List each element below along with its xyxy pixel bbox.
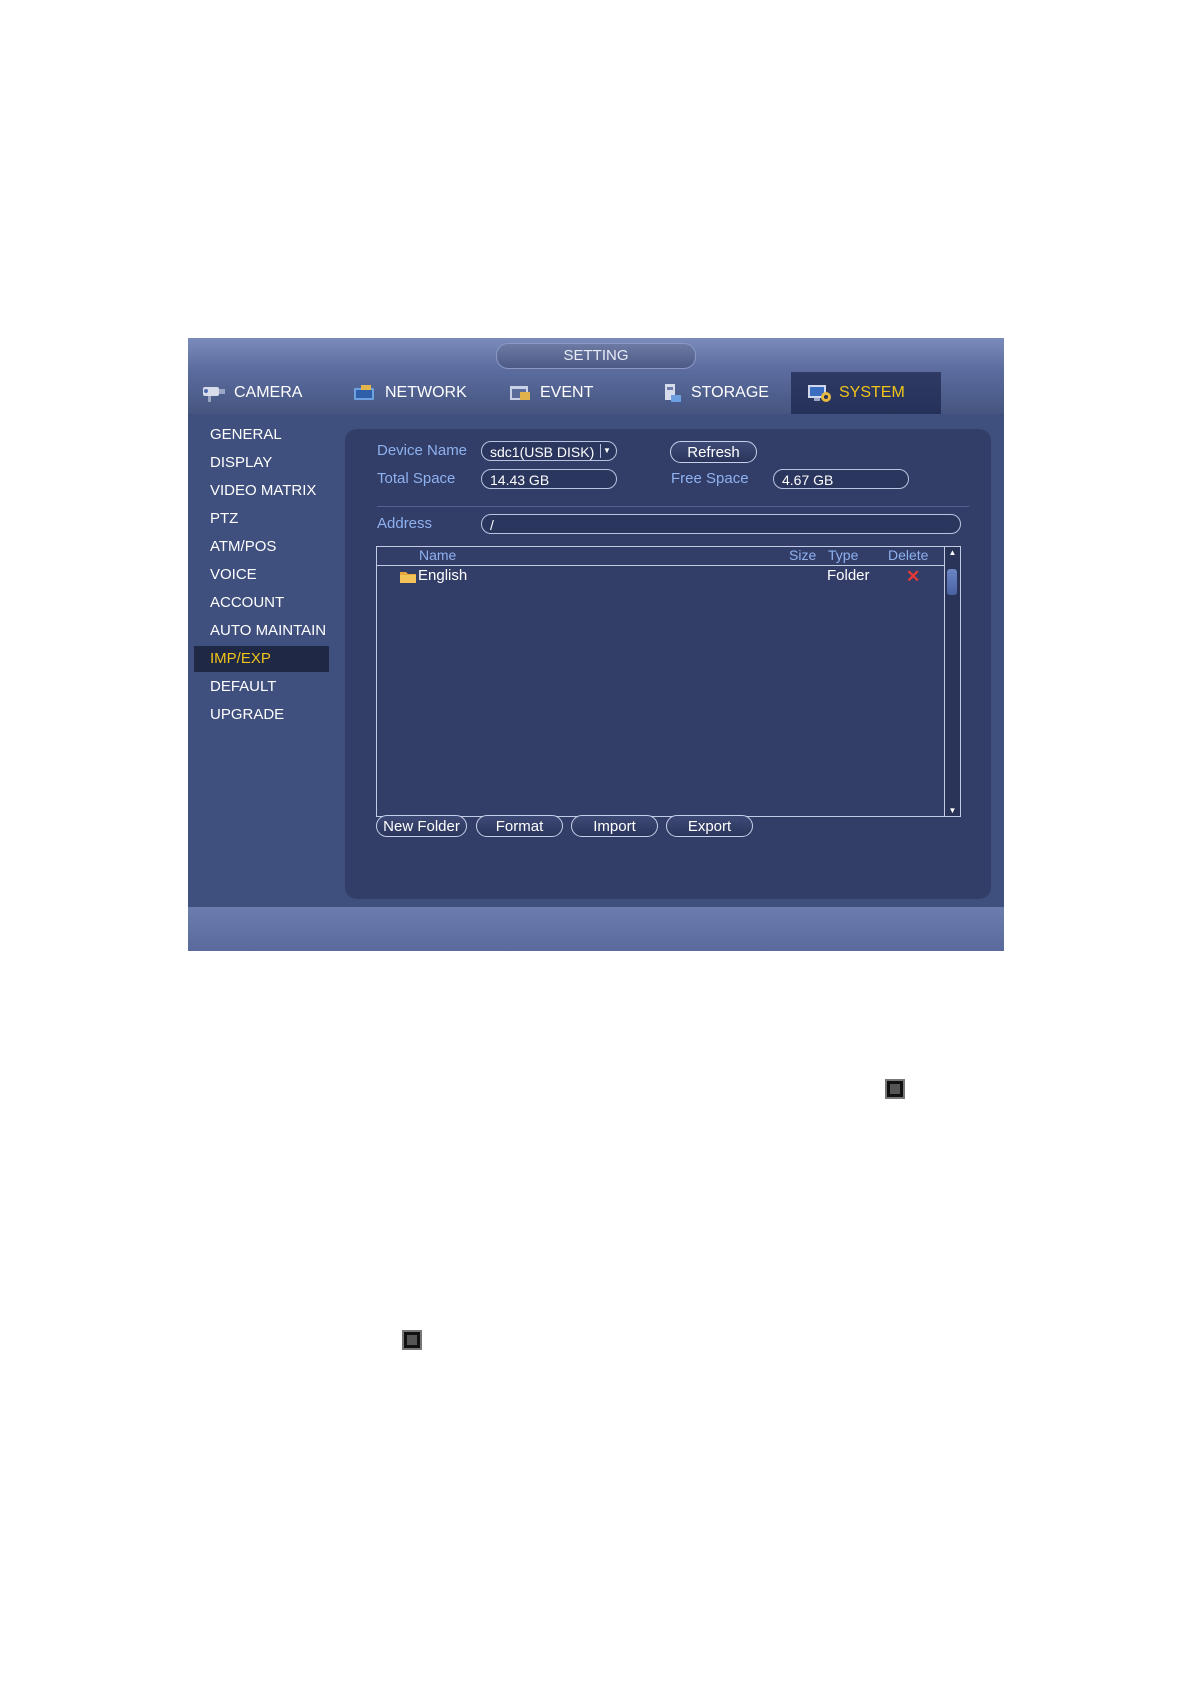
refresh-button[interactable]: Refresh xyxy=(670,441,757,463)
address-label: Address xyxy=(377,515,433,532)
scrollbar[interactable]: ▲ ▼ xyxy=(944,547,960,816)
imp-exp-panel: Device Name sdc1(USB DISK) ▼ Refresh Tot… xyxy=(345,429,991,899)
sidebar-item-upgrade[interactable]: UPGRADE xyxy=(194,702,329,728)
event-icon xyxy=(506,382,534,404)
free-space-field: 4.67 GB xyxy=(773,469,909,489)
tab-system-label: SYSTEM xyxy=(839,384,905,401)
sidebar-item-imp-exp[interactable]: IMP/EXP xyxy=(194,646,329,672)
tab-network-label: NETWORK xyxy=(385,384,467,401)
column-header-delete: Delete xyxy=(888,547,929,563)
sidebar-item-display[interactable]: DISPLAY xyxy=(194,450,329,476)
square-bullet-icon xyxy=(885,1079,905,1099)
import-button[interactable]: Import xyxy=(571,815,658,837)
tab-storage-label: STORAGE xyxy=(691,384,769,401)
row-name: English xyxy=(418,567,468,584)
sidebar-item-auto-maintain[interactable]: AUTO MAINTAIN xyxy=(194,618,329,644)
column-header-name: Name xyxy=(419,547,457,563)
camera-icon xyxy=(200,382,228,404)
column-header-type: Type xyxy=(828,547,859,563)
scrollbar-thumb[interactable] xyxy=(947,569,957,595)
address-field[interactable]: / xyxy=(481,514,961,534)
file-list[interactable]: Name Size Type Delete English Folder ✕ ▲… xyxy=(376,546,961,817)
chevron-down-icon: ▼ xyxy=(600,444,613,458)
format-button[interactable]: Format xyxy=(476,815,563,837)
sidebar-item-voice[interactable]: VOICE xyxy=(194,562,329,588)
total-space-field: 14.43 GB xyxy=(481,469,617,489)
sidebar-item-account[interactable]: ACCOUNT xyxy=(194,590,329,616)
top-tab-bar: CAMERA NETWORK EVENT STORAGE SYSTEM xyxy=(188,372,1004,414)
delete-x-icon[interactable]: ✕ xyxy=(906,568,920,586)
sidebar-item-default[interactable]: DEFAULT xyxy=(194,674,329,700)
tab-camera-label: CAMERA xyxy=(234,384,303,401)
column-header-size: Size xyxy=(789,547,817,563)
table-row[interactable]: English Folder ✕ xyxy=(377,566,945,588)
sidebar-item-video-matrix[interactable]: VIDEO MATRIX xyxy=(194,478,329,504)
window-title: SETTING xyxy=(496,343,696,369)
title-bar: SETTING xyxy=(188,338,1004,372)
sidebar-item-general[interactable]: GENERAL xyxy=(194,422,329,448)
row-type: Folder xyxy=(827,567,870,584)
tab-storage[interactable]: STORAGE xyxy=(657,372,797,414)
device-name-label: Device Name xyxy=(377,442,468,459)
sidebar-item-atm-pos[interactable]: ATM/POS xyxy=(194,534,329,560)
scroll-up-arrow-icon[interactable]: ▲ xyxy=(945,548,960,557)
free-space-label: Free Space xyxy=(671,470,749,487)
network-icon xyxy=(351,382,379,404)
scroll-down-arrow-icon[interactable]: ▼ xyxy=(945,806,960,815)
tab-system[interactable]: SYSTEM xyxy=(791,372,941,414)
total-space-label: Total Space xyxy=(377,470,456,487)
new-folder-button[interactable]: New Folder xyxy=(376,815,467,837)
square-bullet-icon xyxy=(402,1330,422,1350)
tab-camera[interactable]: CAMERA xyxy=(200,372,330,414)
system-icon xyxy=(805,382,833,404)
device-name-value: sdc1(USB DISK) xyxy=(490,444,595,460)
tab-network[interactable]: NETWORK xyxy=(351,372,481,414)
storage-icon xyxy=(657,382,685,404)
device-name-select[interactable]: sdc1(USB DISK) ▼ xyxy=(481,441,617,461)
bottom-bar xyxy=(188,907,1004,951)
tab-event-label: EVENT xyxy=(540,384,594,401)
folder-icon xyxy=(399,570,417,589)
sidebar: GENERAL DISPLAY VIDEO MATRIX PTZ ATM/POS… xyxy=(188,414,338,894)
export-button[interactable]: Export xyxy=(666,815,753,837)
settings-window: SETTING CAMERA NETWORK EVENT STORAGE SYS… xyxy=(188,338,1004,951)
divider xyxy=(377,506,969,507)
sidebar-item-ptz[interactable]: PTZ xyxy=(194,506,329,532)
tab-event[interactable]: EVENT xyxy=(506,372,636,414)
